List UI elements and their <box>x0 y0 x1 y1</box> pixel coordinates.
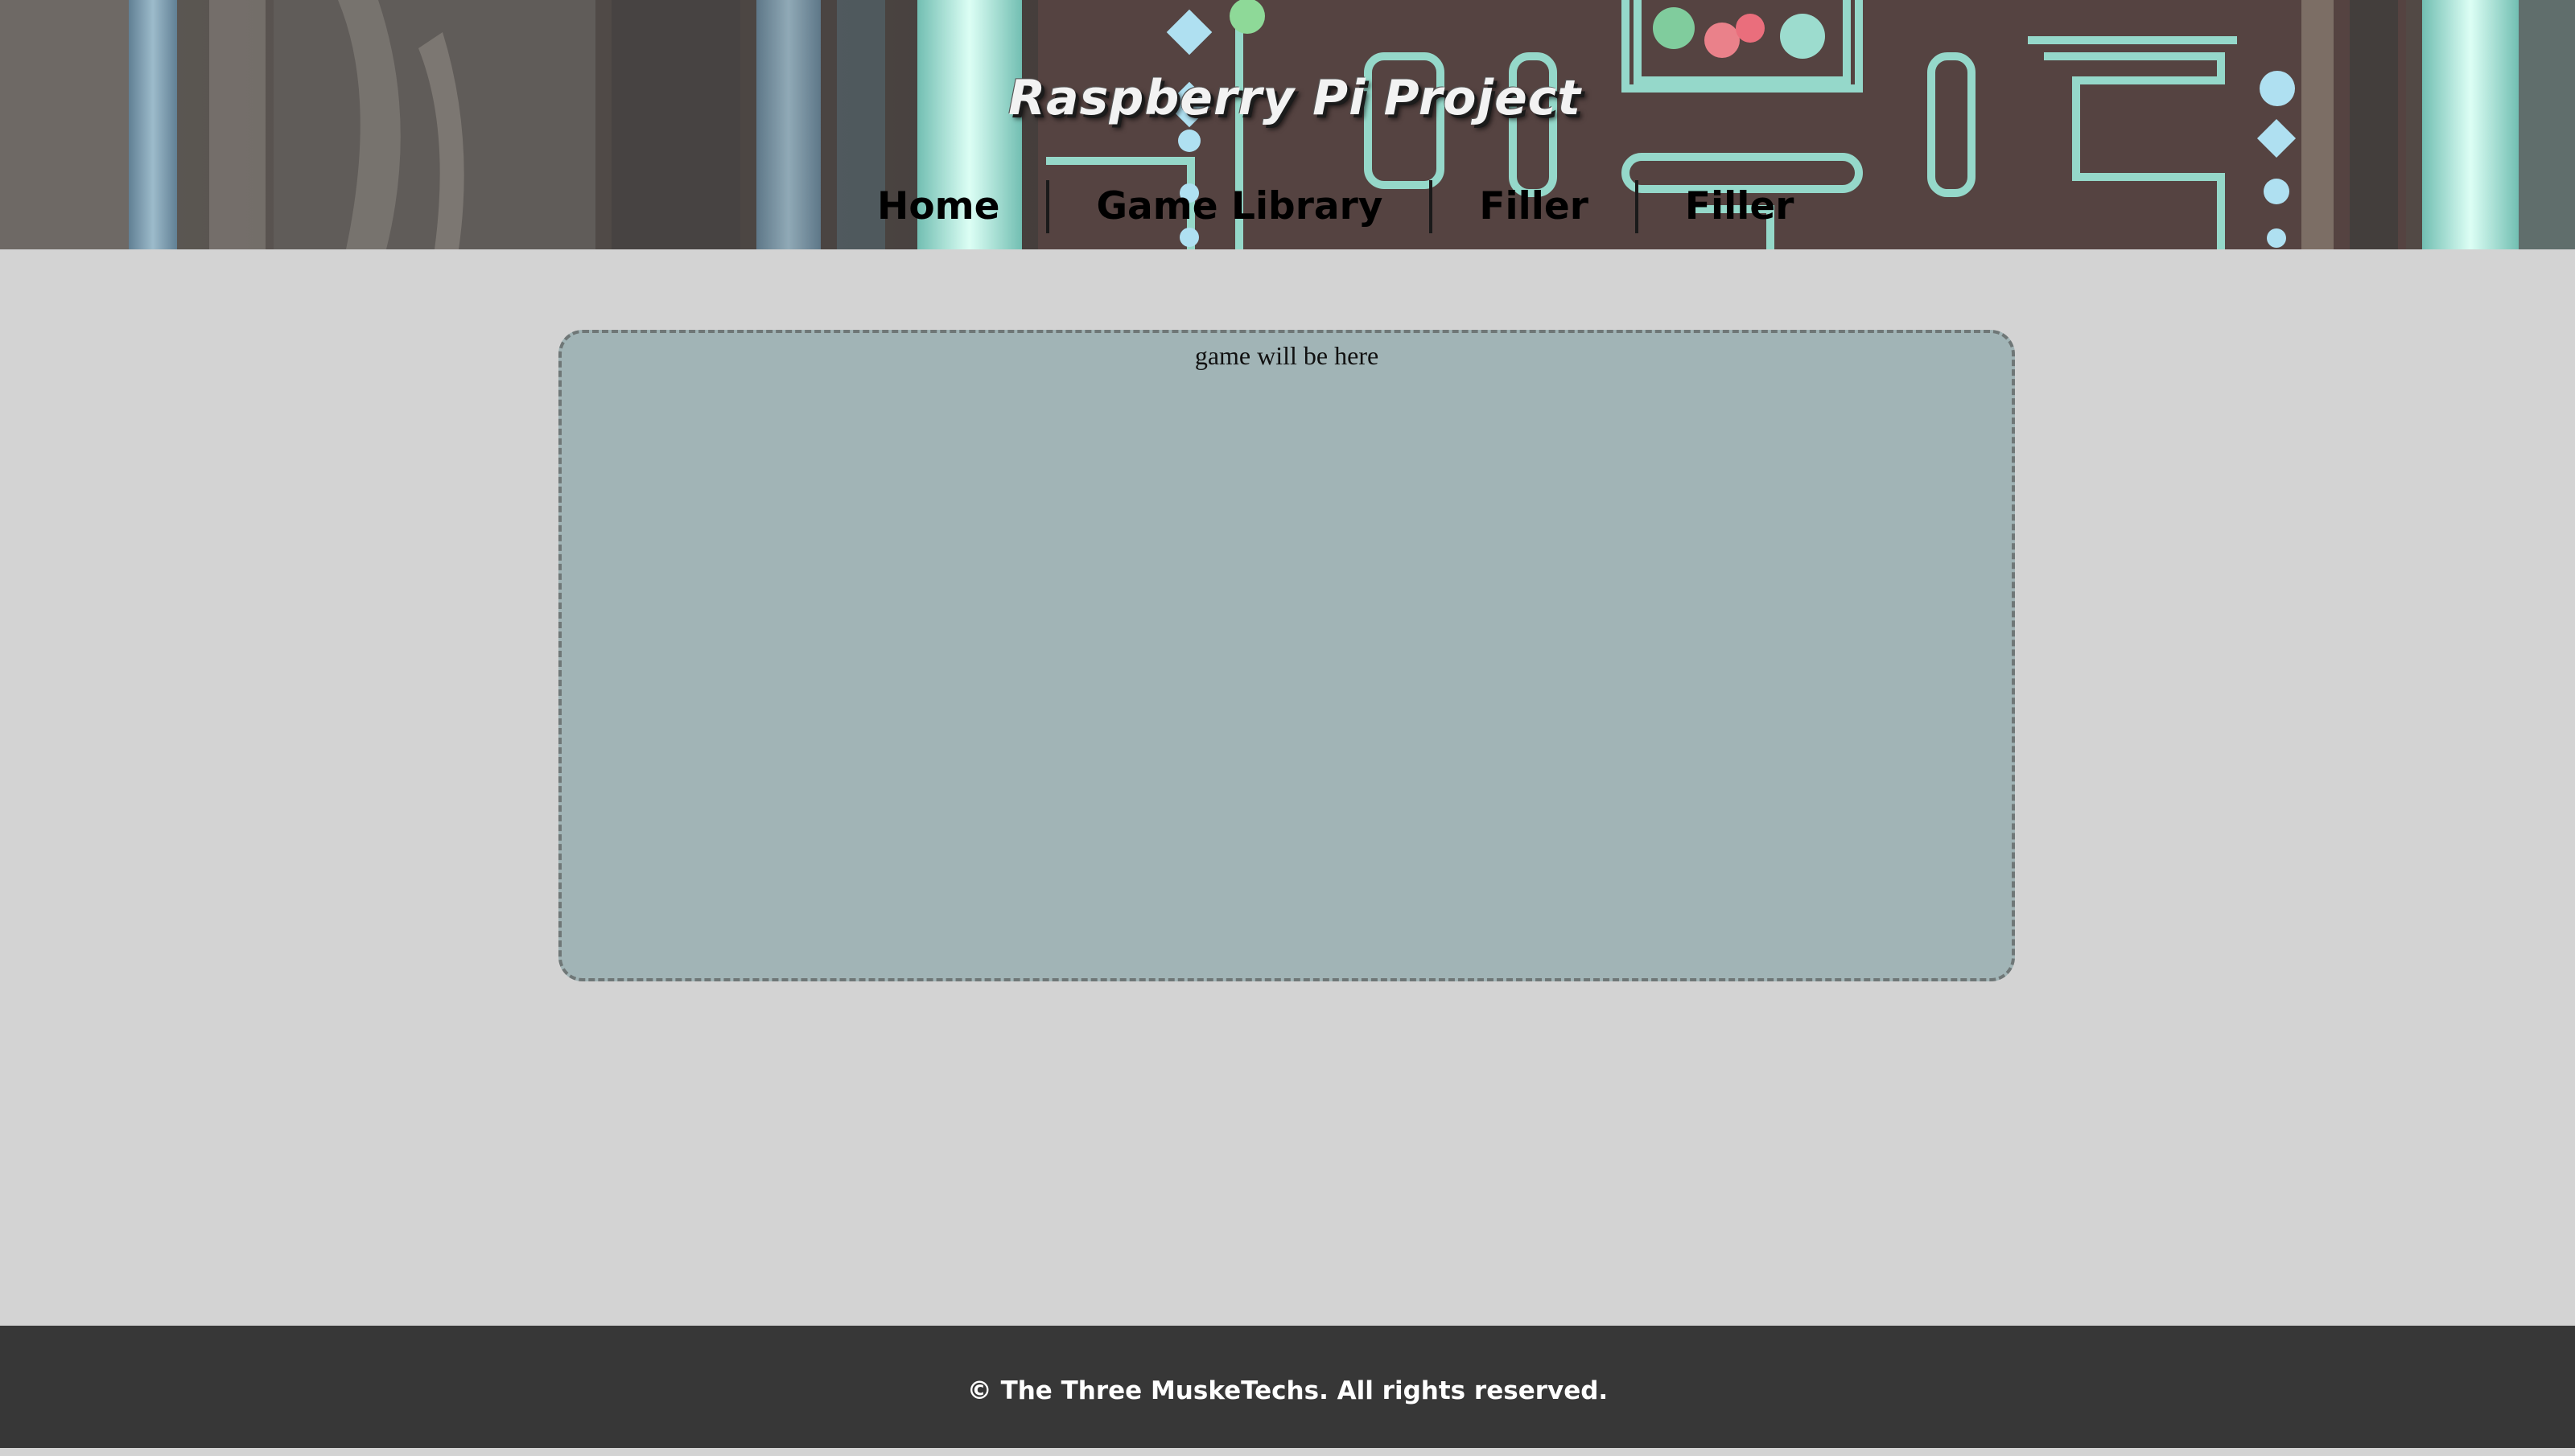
site-header: Raspberry Pi Project Home Game Library F… <box>0 0 2575 249</box>
nav-item-filler-2[interactable]: Filler <box>1638 180 1841 233</box>
main-nav: Home Game Library Filler Filler <box>853 179 1840 235</box>
site-footer: © The Three MuskeTechs. All rights reser… <box>0 1326 2575 1448</box>
nav-item-game-library[interactable]: Game Library <box>1049 180 1429 233</box>
copyright-text: © The Three MuskeTechs. All rights reser… <box>966 1376 1609 1405</box>
site-title: Raspberry Pi Project <box>1007 70 1582 126</box>
game-container[interactable]: game will be here <box>558 330 2015 981</box>
nav-item-filler-1[interactable]: Filler <box>1432 180 1635 233</box>
game-placeholder-text: game will be here <box>1194 341 1379 370</box>
nav-item-home[interactable]: Home <box>853 180 1046 233</box>
